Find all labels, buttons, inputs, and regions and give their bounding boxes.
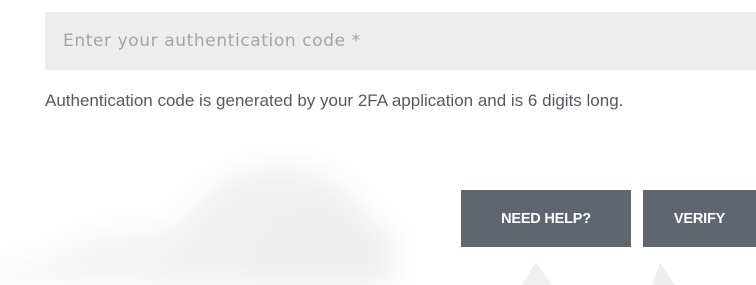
verify-button[interactable]: VERIFY	[643, 190, 756, 247]
need-help-button[interactable]: NEED HELP?	[461, 190, 631, 247]
authentication-code-help-text: Authentication code is generated by your…	[45, 91, 624, 110]
authentication-code-input[interactable]	[45, 12, 756, 70]
